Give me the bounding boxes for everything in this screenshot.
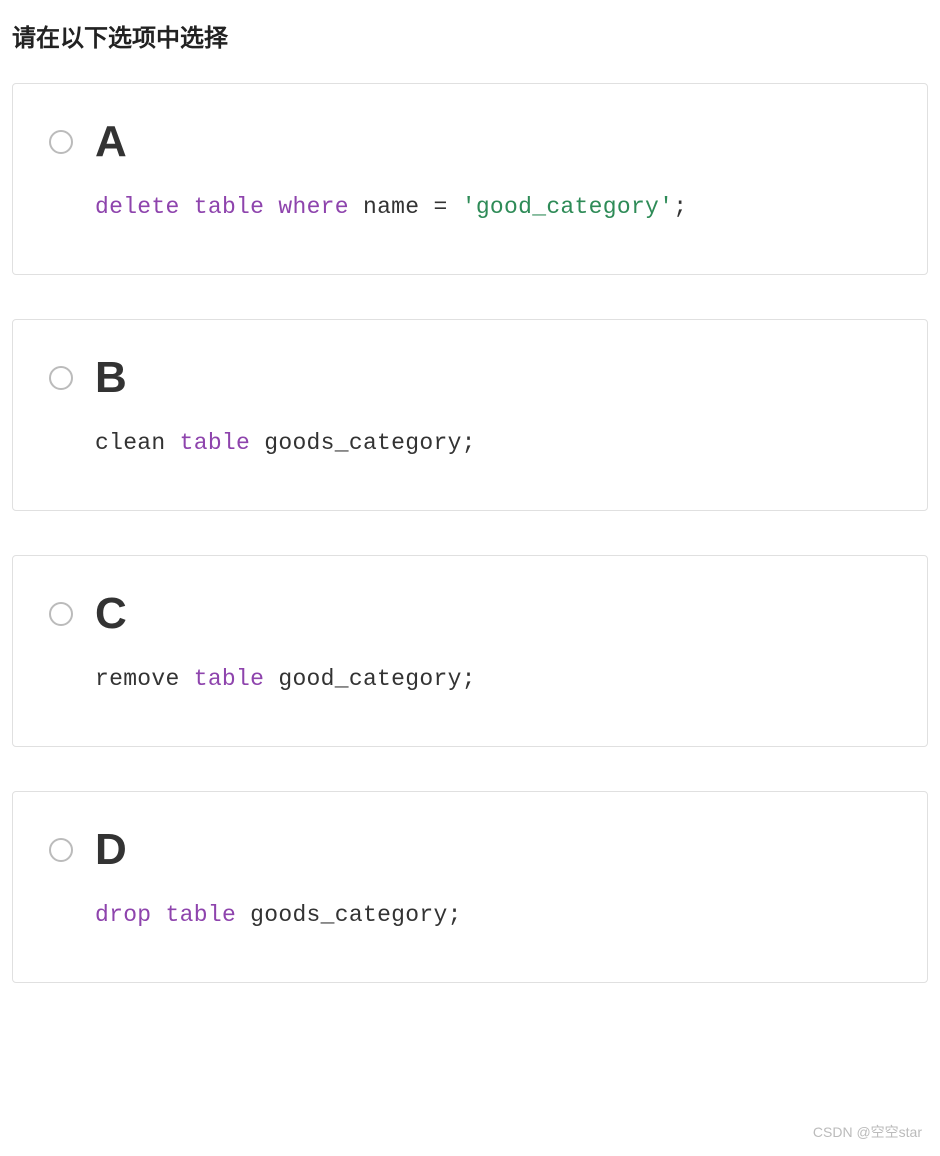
code-token: where [278, 194, 349, 220]
code-token: drop [95, 902, 151, 928]
option-card-c[interactable]: Cremove table good_category; [12, 555, 928, 747]
code-token [448, 194, 462, 220]
code-token: goods_category; [250, 430, 476, 456]
question-title: 请在以下选项中选择 [12, 18, 928, 53]
code-block: drop table goods_category; [95, 902, 891, 928]
code-token [180, 194, 194, 220]
watermark: CSDN @空空star [813, 1122, 922, 1142]
code-block: clean table goods_category; [95, 430, 891, 456]
radio-icon[interactable] [49, 366, 73, 390]
code-token: table [194, 194, 265, 220]
code-token: remove [95, 666, 194, 692]
radio-icon[interactable] [49, 130, 73, 154]
code-token: delete [95, 194, 180, 220]
code-token: = [434, 194, 448, 220]
code-token: table [166, 902, 237, 928]
code-token: clean [95, 430, 180, 456]
option-card-a[interactable]: Adelete table where name = 'good_categor… [12, 83, 928, 275]
code-token: table [194, 666, 265, 692]
option-header: D [49, 828, 891, 872]
code-token: table [180, 430, 251, 456]
option-letter: D [95, 828, 127, 872]
option-letter: A [95, 120, 127, 164]
code-token: good_category; [264, 666, 476, 692]
radio-icon[interactable] [49, 602, 73, 626]
code-block: remove table good_category; [95, 666, 891, 692]
radio-icon[interactable] [49, 838, 73, 862]
option-header: B [49, 356, 891, 400]
option-header: A [49, 120, 891, 164]
code-block: delete table where name = 'good_category… [95, 194, 891, 220]
code-token [151, 902, 165, 928]
option-header: C [49, 592, 891, 636]
option-card-d[interactable]: Ddrop table goods_category; [12, 791, 928, 983]
option-letter: C [95, 592, 127, 636]
code-token: goods_category; [236, 902, 462, 928]
code-token [264, 194, 278, 220]
option-card-b[interactable]: Bclean table goods_category; [12, 319, 928, 511]
code-token: ; [673, 194, 687, 220]
option-letter: B [95, 356, 127, 400]
code-token: 'good_category' [462, 194, 674, 220]
code-token: name [349, 194, 434, 220]
options-container: Adelete table where name = 'good_categor… [12, 83, 928, 983]
